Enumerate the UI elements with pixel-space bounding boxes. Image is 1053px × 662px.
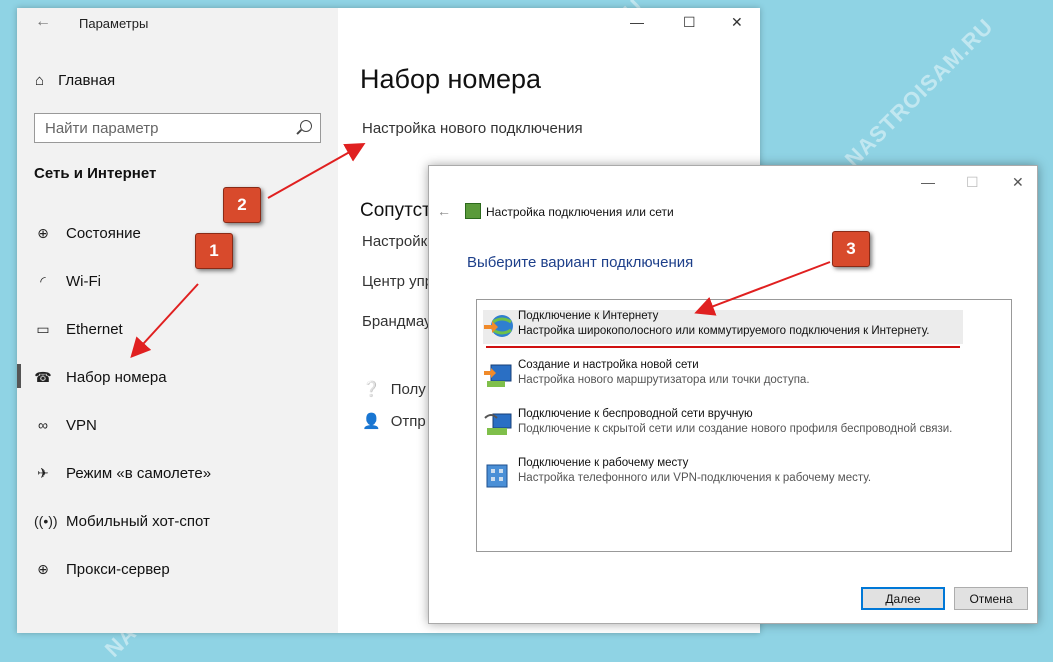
step-badge-1: 1 xyxy=(195,233,233,269)
annotation-arrows xyxy=(130,143,960,358)
arrow-to-new-connection xyxy=(267,143,366,199)
step-badge-2: 2 xyxy=(223,187,261,223)
arrow-to-internet-option xyxy=(694,261,831,316)
arrow-to-dialup xyxy=(130,283,199,358)
step-badge-3: 3 xyxy=(832,231,870,267)
